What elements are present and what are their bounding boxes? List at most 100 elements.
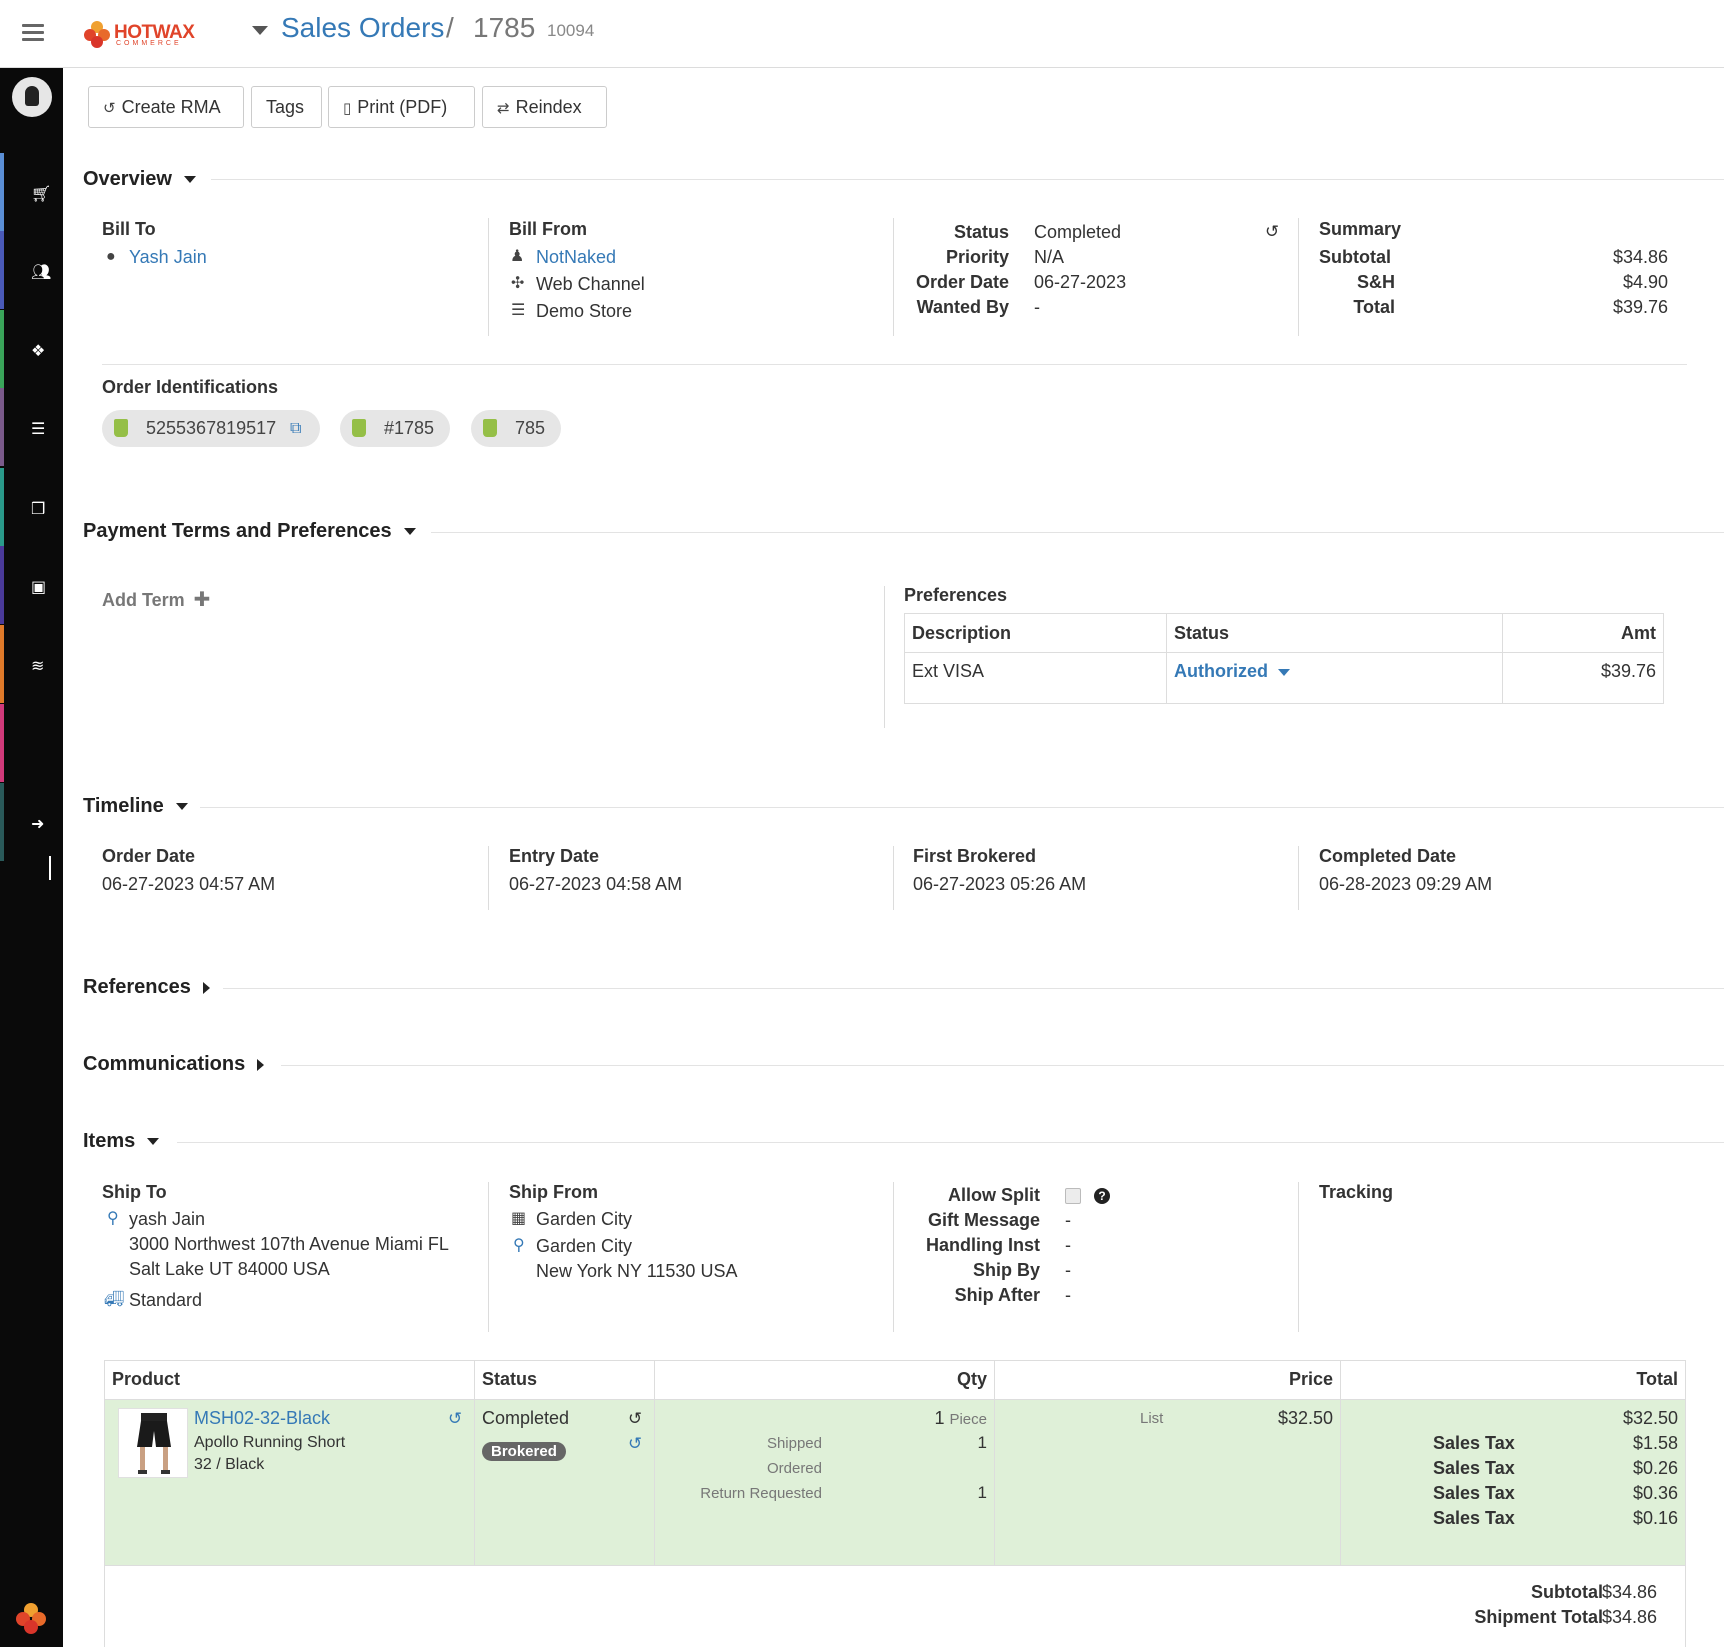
external-link-icon[interactable]: ⧉: [290, 410, 301, 447]
create-rma-button[interactable]: ↺ Create RMA: [88, 86, 244, 128]
sidebar-item-parties[interactable]: 👥︎: [0, 231, 63, 309]
timeline-entry-date-label: Entry Date: [509, 846, 600, 866]
column-header: Status: [474, 1360, 655, 1400]
sign-out-icon: ➜: [31, 816, 45, 833]
totals-cell: Subtotal $34.86 Shipment Total $34.86: [104, 1565, 1686, 1647]
line-total: $32.50: [1622, 1408, 1678, 1428]
sidebar-item-accounting[interactable]: ▣: [0, 546, 63, 624]
divider: [177, 1142, 1724, 1143]
handling-inst-label: Handling Inst: [926, 1235, 1040, 1255]
pdf-file-icon: ▯: [343, 100, 352, 117]
bill-from-store: Demo Store: [536, 301, 633, 321]
footer-subtotal-value: $34.86: [1601, 1582, 1657, 1602]
divider: [1298, 846, 1299, 910]
bill-to-link[interactable]: Yash Jain: [129, 247, 207, 268]
tags-button[interactable]: Tags: [251, 86, 322, 128]
timeline-title: Timeline: [83, 795, 164, 817]
question-icon[interactable]: ?: [1094, 1188, 1110, 1204]
ship-method: Standard: [129, 1290, 203, 1310]
map-marker-icon: ⚲: [107, 1210, 119, 1227]
shopify-icon: [483, 419, 497, 437]
preferences-table: Description Status Amt Ext VISA Authoriz…: [904, 613, 1664, 704]
ship-to-name: yash Jain: [129, 1209, 206, 1229]
summary-sh-label: S&H: [1356, 272, 1395, 292]
server-icon: ☰: [31, 421, 46, 438]
history-icon[interactable]: ↺: [1265, 222, 1279, 242]
pref-status-dropdown[interactable]: Authorized: [1166, 652, 1503, 704]
total-cell: $32.50 Sales Tax $1.58 Sales Tax $0.26 S…: [1340, 1399, 1686, 1566]
hotwax-logo[interactable]: HOTWAX COMMERCE: [82, 16, 195, 52]
allow-split-checkbox[interactable]: [1065, 1188, 1081, 1204]
divider: [893, 846, 894, 910]
breadcrumb-sales-orders[interactable]: Sales Orders: [281, 12, 444, 44]
items-table: Product Status Qty Price Total MSH02-32-…: [104, 1360, 1686, 1647]
sidebar-item-misc[interactable]: [0, 704, 63, 782]
references-title: References: [83, 976, 191, 998]
timeline-first-brokered: 06-27-2023 05:26 AM: [913, 874, 1087, 894]
ship-by-label: Ship By: [972, 1260, 1040, 1280]
ordered-label: Ordered: [766, 1460, 822, 1477]
status-badge: Brokered: [482, 1442, 566, 1461]
ship-to-address-line1: 3000 Northwest 107th Avenue Miami FL: [129, 1234, 449, 1254]
sidebar-item-orders[interactable]: 🛒︎: [0, 153, 63, 231]
ship-to-address-line2: Salt Lake UT 84000 USA: [129, 1259, 330, 1279]
overview-section-toggle[interactable]: Overview: [83, 168, 196, 191]
status-value: Completed: [1034, 222, 1122, 242]
ship-from-label: Ship From: [509, 1182, 598, 1202]
reindex-button[interactable]: ⇄ Reindex: [482, 86, 607, 128]
retweet-icon: ⇄: [497, 100, 510, 117]
tax-amount: $0.16: [1632, 1508, 1678, 1528]
timeline-order-date: 06-27-2023 04:57 AM: [102, 874, 276, 894]
price-value: $32.50: [1277, 1408, 1333, 1428]
caret-down-icon: [183, 176, 196, 184]
user-avatar-icon[interactable]: [12, 77, 52, 117]
pref-description: Ext VISA: [904, 652, 1167, 704]
sidebar-item-logout[interactable]: ➜: [0, 783, 63, 861]
preferences-label: Preferences: [904, 585, 1008, 605]
gift-message-value: -: [1065, 1210, 1071, 1230]
wanted-by-value: -: [1034, 297, 1040, 317]
allow-split-label: Allow Split: [948, 1185, 1040, 1205]
main-content: ↺ Create RMA Tags ▯ Print (PDF) ⇄ Reindex O…: [63, 68, 1724, 1647]
column-header: Product: [104, 1360, 475, 1400]
payment-section-toggle[interactable]: Payment Terms and Preferences: [83, 520, 416, 543]
bill-to-label: Bill To: [102, 219, 156, 239]
print-pdf-button[interactable]: ▯ Print (PDF): [328, 86, 475, 128]
channel-icon: ✣: [511, 275, 525, 292]
bill-from-link[interactable]: NotNaked: [536, 247, 616, 268]
communications-section-toggle[interactable]: Communications: [83, 1053, 265, 1076]
database-icon: ≋: [31, 658, 45, 675]
product-variant: 32 / Black: [194, 1456, 265, 1473]
handling-inst-value: -: [1065, 1235, 1071, 1255]
timeline-section-toggle[interactable]: Timeline: [83, 795, 188, 818]
history-icon[interactable]: ↺: [448, 1409, 462, 1429]
history-icon[interactable]: ↺: [628, 1409, 642, 1429]
hotwax-footer-logo[interactable]: [14, 1601, 48, 1635]
history-icon[interactable]: ↺: [628, 1434, 642, 1454]
qty-unit: Piece: [949, 1411, 987, 1428]
page-title: 1785: [473, 12, 536, 43]
menu-icon[interactable]: [22, 24, 44, 42]
references-section-toggle[interactable]: References: [83, 976, 210, 999]
product-sku-link[interactable]: MSH02-32-Black: [194, 1408, 330, 1429]
shipped-qty: 1: [977, 1433, 987, 1452]
sidebar-item-catalog[interactable]: ❖: [0, 310, 63, 388]
sidebar-item-facilities[interactable]: ☰: [0, 388, 63, 466]
add-term-button[interactable]: Add Term ✚: [102, 587, 210, 612]
sidebar-item-shipping[interactable]: ❒: [0, 468, 63, 546]
tax-label: Sales Tax: [1433, 1458, 1515, 1478]
logo-subtext: COMMERCE: [116, 40, 182, 47]
summary-subtotal-value: $34.86: [1612, 247, 1668, 267]
top-header: HOTWAX COMMERCE Sales Orders / 1785 1009…: [0, 0, 1724, 68]
identification-value: #1785: [384, 418, 435, 438]
wanted-by-label: Wanted By: [916, 297, 1009, 317]
sidebar-item-data[interactable]: ≋: [0, 625, 63, 703]
items-section-toggle[interactable]: Items: [83, 1130, 160, 1153]
qty-value-group: 1 Piece: [934, 1408, 987, 1429]
breadcrumb-dropdown-icon[interactable]: [252, 26, 268, 35]
product-image[interactable]: [118, 1408, 188, 1478]
cart-icon: 🛒︎: [31, 186, 52, 203]
column-header: Status: [1166, 613, 1503, 653]
ship-to-label: Ship To: [102, 1182, 167, 1202]
order-identifications-label: Order Identifications: [102, 377, 279, 397]
